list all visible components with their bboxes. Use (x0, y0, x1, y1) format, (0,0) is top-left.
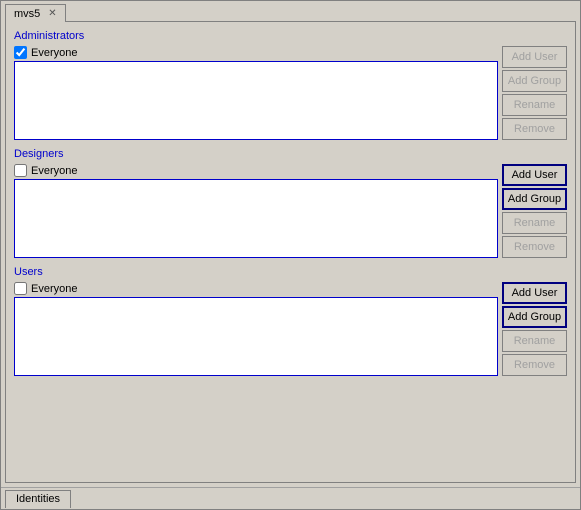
main-window: mvs5 ✕ Administrators Everyone Add User … (0, 0, 581, 510)
identities-tab[interactable]: Identities (5, 490, 71, 508)
tab-label: mvs5 (14, 8, 40, 20)
administrators-buttons: Add User Add Group Rename Remove (502, 46, 567, 140)
administrators-add-group-button[interactable]: Add Group (502, 70, 567, 92)
designers-everyone-checkbox[interactable] (14, 164, 27, 177)
administrators-left: Everyone (14, 46, 498, 140)
users-rename-button[interactable]: Rename (502, 330, 567, 352)
administrators-section: Administrators Everyone Add User Add Gro… (14, 30, 567, 140)
administrators-checkbox-row: Everyone (14, 46, 498, 59)
designers-everyone-label: Everyone (31, 165, 77, 177)
administrators-everyone-checkbox[interactable] (14, 46, 27, 59)
designers-checkbox-row: Everyone (14, 164, 498, 177)
administrators-add-user-button[interactable]: Add User (502, 46, 567, 68)
designers-remove-button[interactable]: Remove (502, 236, 567, 258)
administrators-everyone-label: Everyone (31, 47, 77, 59)
designers-add-group-button[interactable]: Add Group (502, 188, 567, 210)
tab-mvs5[interactable]: mvs5 ✕ (5, 4, 66, 22)
designers-left: Everyone (14, 164, 498, 258)
users-row: Everyone Add User Add Group Rename Remov… (14, 282, 567, 376)
administrators-list[interactable] (14, 61, 498, 140)
users-label: Users (14, 266, 567, 278)
content-area: Administrators Everyone Add User Add Gro… (5, 21, 576, 483)
users-remove-button[interactable]: Remove (502, 354, 567, 376)
users-everyone-label: Everyone (31, 283, 77, 295)
administrators-label: Administrators (14, 30, 567, 42)
designers-label: Designers (14, 148, 567, 160)
users-checkbox-row: Everyone (14, 282, 498, 295)
designers-row: Everyone Add User Add Group Rename Remov… (14, 164, 567, 258)
designers-buttons: Add User Add Group Rename Remove (502, 164, 567, 258)
users-add-user-button[interactable]: Add User (502, 282, 567, 304)
designers-rename-button[interactable]: Rename (502, 212, 567, 234)
tab-bar: mvs5 ✕ (1, 1, 580, 21)
identities-tab-label: Identities (16, 493, 60, 505)
users-left: Everyone (14, 282, 498, 376)
users-list[interactable] (14, 297, 498, 376)
users-buttons: Add User Add Group Rename Remove (502, 282, 567, 376)
users-section: Users Everyone Add User Add Group Rename… (14, 266, 567, 376)
administrators-row: Everyone Add User Add Group Rename Remov… (14, 46, 567, 140)
users-everyone-checkbox[interactable] (14, 282, 27, 295)
administrators-rename-button[interactable]: Rename (502, 94, 567, 116)
administrators-remove-button[interactable]: Remove (502, 118, 567, 140)
users-add-group-button[interactable]: Add Group (502, 306, 567, 328)
tab-close-icon[interactable]: ✕ (48, 8, 56, 19)
bottom-bar: Identities (1, 487, 580, 509)
designers-list[interactable] (14, 179, 498, 258)
designers-add-user-button[interactable]: Add User (502, 164, 567, 186)
designers-section: Designers Everyone Add User Add Group Re… (14, 148, 567, 258)
